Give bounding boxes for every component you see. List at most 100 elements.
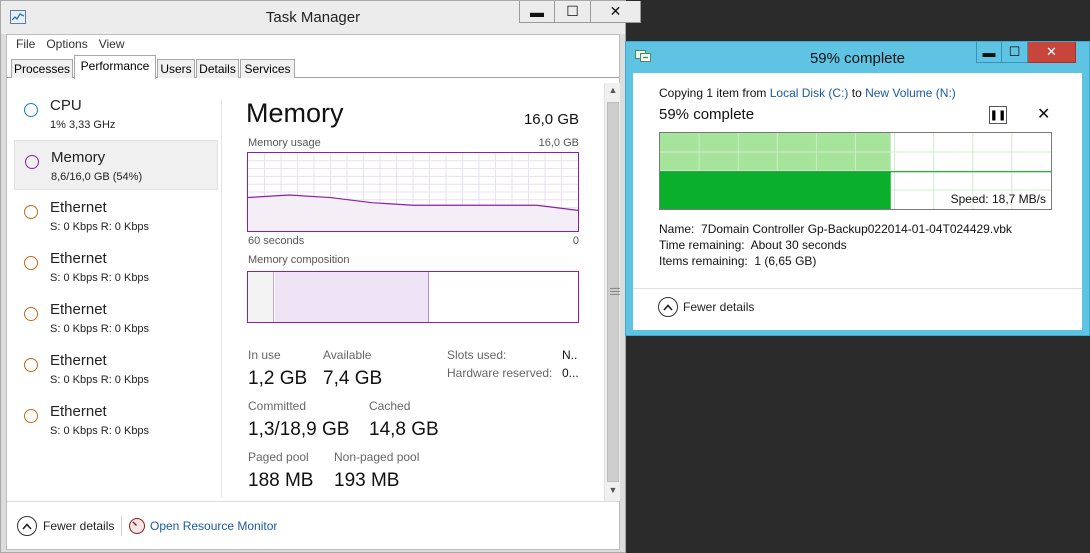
copy-maximize-button[interactable]: ☐: [1002, 42, 1028, 63]
ethernet-indicator-icon: [24, 358, 38, 372]
slots-used-label: Slots used:: [447, 348, 507, 362]
menu-view[interactable]: View: [95, 35, 132, 55]
sidebar-item-ethernet-5[interactable]: Ethernet S: 0 Kbps R: 0 Kbps: [14, 395, 218, 445]
sidebar-item-name: Ethernet: [50, 301, 107, 318]
menu-bar: File Options View: [7, 35, 619, 55]
copy-time-label: Time remaining:: [659, 238, 745, 252]
copy-items-row: Items remaining: 1 (6,65 GB): [659, 254, 816, 268]
non-paged-pool-label: Non-paged pool: [334, 450, 420, 464]
paged-pool-value: 188 MB: [248, 470, 314, 491]
vertical-scrollbar[interactable]: ▲ — — — ▼: [604, 83, 620, 501]
tab-performance[interactable]: Performance: [74, 55, 156, 79]
footer-divider: [121, 516, 122, 536]
maximize-button[interactable]: ☐: [555, 1, 591, 23]
scroll-grip-icon: — — —: [610, 283, 620, 300]
memory-usage-label: Memory usage: [248, 137, 321, 149]
ethernet-indicator-icon: [24, 307, 38, 321]
copy-dialog-body: Copying 1 item from Local Disk (C:) to N…: [633, 73, 1082, 330]
time-axis-left: 60 seconds: [248, 235, 305, 247]
memory-usage-graph: [247, 152, 579, 232]
panel-divider: [221, 99, 222, 497]
resource-list: CPU 1% 3,33 GHz Memory 8,6/16,0 GB (54%)…: [7, 79, 221, 499]
cancel-copy-button[interactable]: ✕: [1037, 104, 1050, 124]
source-link[interactable]: Local Disk (C:): [770, 86, 849, 100]
sidebar-item-detail: 1% 3,33 GHz: [50, 119, 116, 131]
copy-close-button[interactable]: ✕: [1028, 42, 1076, 63]
pause-button[interactable]: ❚❚: [989, 106, 1007, 124]
paged-pool-label: Paged pool: [248, 450, 309, 464]
available-label: Available: [323, 348, 372, 362]
tab-strip: Processes Performance Users Details Serv…: [7, 55, 619, 79]
sidebar-item-name: Memory: [51, 149, 106, 166]
in-use-label: In use: [248, 348, 281, 362]
sidebar-item-detail: S: 0 Kbps R: 0 Kbps: [50, 272, 150, 284]
close-button[interactable]: ✕: [591, 1, 641, 23]
sidebar-item-name: Ethernet: [50, 199, 107, 216]
task-manager-window-controls: ▬ ☐ ✕: [519, 1, 641, 23]
memory-usage-max: 16,0 GB: [538, 137, 579, 149]
hardware-reserved-value: 0...: [562, 366, 579, 380]
ethernet-indicator-icon: [24, 409, 38, 423]
destination-link[interactable]: New Volume (N:): [865, 86, 956, 100]
sidebar-item-ethernet-3[interactable]: Ethernet S: 0 Kbps R: 0 Kbps: [14, 293, 218, 343]
composition-in-use: [275, 272, 429, 322]
cached-value: 14,8 GB: [369, 419, 439, 440]
sidebar-item-cpu[interactable]: CPU 1% 3,33 GHz: [14, 89, 218, 139]
sidebar-item-name: Ethernet: [50, 352, 107, 369]
sidebar-item-name: Ethernet: [50, 250, 107, 267]
copy-summary: Copying 1 item from Local Disk (C:) to N…: [659, 86, 956, 100]
pause-icon: ❚❚: [989, 109, 1007, 121]
memory-usage-chart: [248, 153, 578, 231]
non-paged-pool-value: 193 MB: [334, 470, 400, 491]
copy-minimize-button[interactable]: ▬: [976, 42, 1002, 63]
fewer-details-chevron-up-icon[interactable]: [17, 516, 37, 536]
tab-services[interactable]: Services: [240, 59, 295, 78]
menu-options[interactable]: Options: [42, 35, 94, 55]
cached-label: Cached: [369, 399, 411, 413]
fewer-details-link[interactable]: Fewer details: [43, 519, 114, 533]
sidebar-item-ethernet-4[interactable]: Ethernet S: 0 Kbps R: 0 Kbps: [14, 344, 218, 394]
in-use-value: 1,2 GB: [248, 368, 308, 389]
scroll-down-icon[interactable]: ▼: [606, 485, 620, 499]
copy-percent-text: 59% complete: [659, 106, 755, 123]
memory-total: 16,0 GB: [523, 111, 579, 128]
cpu-indicator-icon: [24, 103, 38, 117]
copy-speed: Speed: 18,7 MB/s: [950, 192, 1046, 206]
committed-value: 1,3/18,9 GB: [248, 419, 350, 440]
copy-summary-to: to: [848, 86, 866, 100]
copy-time-value: About 30 seconds: [750, 238, 847, 252]
sidebar-item-ethernet-2[interactable]: Ethernet S: 0 Kbps R: 0 Kbps: [14, 242, 218, 292]
copy-fewer-details-link[interactable]: Fewer details: [683, 300, 754, 314]
memory-heading: Memory: [246, 98, 344, 128]
sidebar-item-name: Ethernet: [50, 403, 107, 420]
scroll-thumb[interactable]: — — —: [607, 102, 620, 482]
task-manager-footer: Fewer details Open Resource Monitor: [7, 501, 619, 549]
open-resource-monitor-link[interactable]: Open Resource Monitor: [150, 519, 277, 533]
composition-hardware-reserved: [248, 272, 274, 322]
minimize-button[interactable]: ▬: [519, 1, 555, 23]
time-axis-right: 0: [572, 235, 579, 247]
copy-fewer-details-chevron-up-icon[interactable]: [658, 297, 678, 317]
copy-dialog-separator: [633, 288, 1082, 289]
menu-file[interactable]: File: [12, 35, 42, 55]
available-value: 7,4 GB: [323, 368, 383, 389]
cancel-icon: ✕: [1037, 106, 1051, 123]
scroll-up-icon[interactable]: ▲: [606, 85, 620, 99]
copy-summary-prefix: Copying 1 item from: [659, 86, 770, 100]
sidebar-item-detail: S: 0 Kbps R: 0 Kbps: [50, 221, 150, 233]
tab-details[interactable]: Details: [196, 59, 239, 78]
task-manager-titlebar[interactable]: Task Manager ▬ ☐ ✕: [1, 1, 641, 34]
slots-used-value: N..: [562, 348, 578, 362]
sidebar-item-detail: S: 0 Kbps R: 0 Kbps: [50, 374, 150, 386]
memory-composition-bar: [247, 271, 579, 323]
ethernet-indicator-icon: [24, 256, 38, 270]
memory-indicator-icon: [25, 155, 39, 169]
sidebar-item-name: CPU: [50, 97, 82, 114]
tab-processes[interactable]: Processes: [11, 59, 73, 78]
sidebar-item-memory[interactable]: Memory 8,6/16,0 GB (54%): [14, 140, 218, 190]
tab-users[interactable]: Users: [157, 59, 195, 78]
copy-name-label: Name:: [659, 222, 695, 236]
sidebar-item-ethernet-1[interactable]: Ethernet S: 0 Kbps R: 0 Kbps: [14, 191, 218, 241]
copy-name-value: 7Domain Controller Gp-Backup022014-01-04…: [701, 222, 1012, 236]
task-manager-window: Task Manager ▬ ☐ ✕ File Options View Pro…: [0, 0, 641, 553]
